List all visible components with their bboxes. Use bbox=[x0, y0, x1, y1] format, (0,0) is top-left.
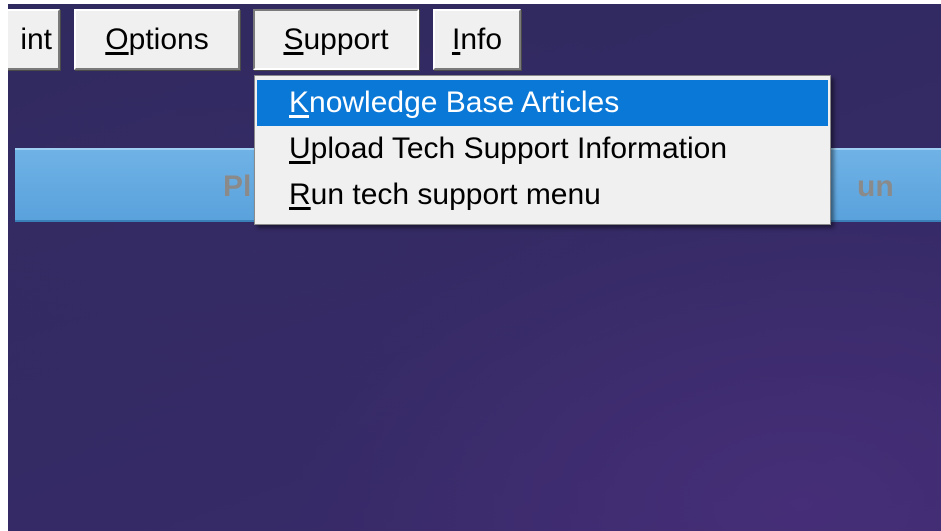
menu-item-knowledge-base-articles[interactable]: Knowledge Base Articles bbox=[257, 80, 828, 126]
menu-item-mnemonic: R bbox=[289, 178, 311, 211]
menu-item-label: pload Tech Support Information bbox=[310, 132, 728, 165]
menu-item-mnemonic: U bbox=[289, 132, 311, 165]
menu-item-label: nowledge Base Articles bbox=[309, 86, 620, 119]
options-menu-label: ptions bbox=[128, 22, 209, 56]
options-mnemonic: O bbox=[105, 22, 129, 56]
info-menu-button[interactable]: Info bbox=[433, 9, 521, 70]
print-menu-button[interactable]: int bbox=[8, 9, 60, 70]
banner-left-text: Pl bbox=[223, 170, 252, 203]
menu-item-mnemonic: K bbox=[289, 86, 310, 119]
menu-item-label: un tech support menu bbox=[310, 178, 601, 211]
app-screen: int Options Support Info Pl un Knowledge… bbox=[8, 4, 941, 531]
options-menu-button[interactable]: Options bbox=[74, 9, 240, 70]
support-mnemonic: S bbox=[283, 22, 304, 56]
support-menu-label: upport bbox=[303, 22, 389, 56]
menu-item-run-tech-support-menu[interactable]: Run tech support menu bbox=[257, 172, 828, 218]
banner-right-text: un bbox=[857, 170, 894, 203]
print-menu-label: int bbox=[20, 22, 52, 56]
info-menu-label: nfo bbox=[460, 22, 503, 56]
support-dropdown-menu: Knowledge Base Articles Upload Tech Supp… bbox=[254, 75, 831, 225]
support-menu-button[interactable]: Support bbox=[253, 9, 419, 70]
menu-item-upload-tech-support-information[interactable]: Upload Tech Support Information bbox=[257, 126, 828, 172]
info-mnemonic: I bbox=[451, 22, 461, 56]
